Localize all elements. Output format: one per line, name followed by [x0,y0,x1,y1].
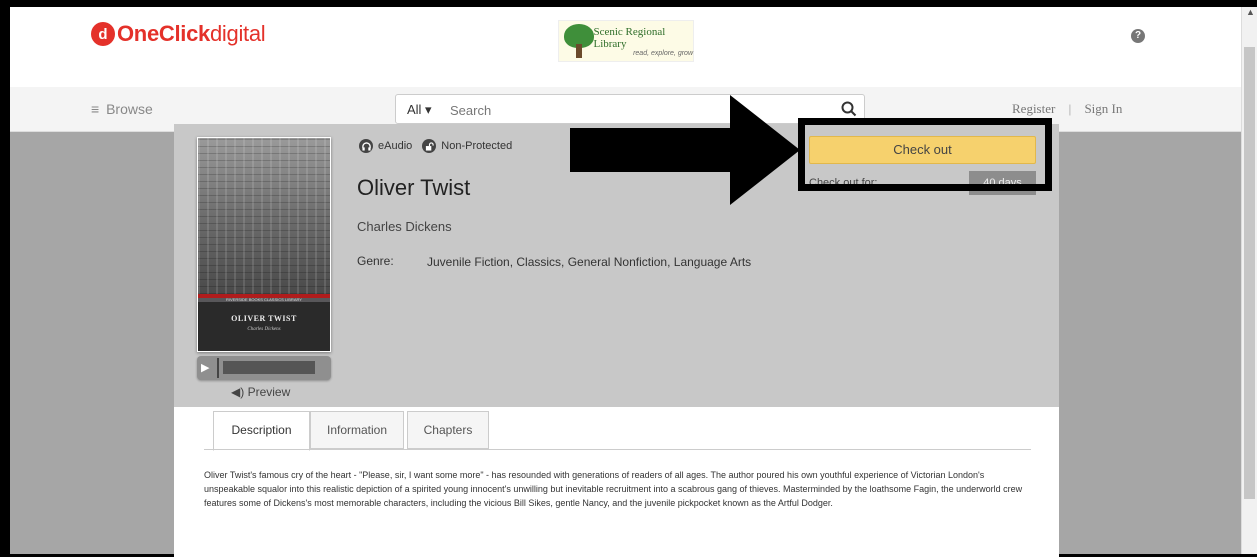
tab-description[interactable]: Description [213,411,310,451]
brand-name: OneClickdigital [117,21,266,46]
tree-icon [562,22,594,60]
headphones-icon [359,139,373,153]
checkout-period-label: Check out for: [809,177,878,189]
browse-menu[interactable]: ≡ Browse [91,101,153,117]
account-links: Register | Sign In [1012,101,1122,117]
check-out-button[interactable]: Check out [809,136,1036,164]
library-name: Scenic Regional Library [593,25,666,50]
checkout-period-dropdown[interactable]: 40 days [969,171,1036,195]
annotation-arrow-icon [570,95,800,205]
separator: | [1068,101,1072,116]
genre-label: Genre: [357,254,394,268]
oneclickdigital-logo[interactable]: d OneClickdigital [91,21,266,47]
audio-preview-player: ▶ [197,356,331,380]
help-icon[interactable]: ? [1131,29,1145,43]
library-tagline: read, explore, grow [633,49,693,57]
search-scope-dropdown[interactable]: All ▾ [407,102,432,118]
progress-bar[interactable] [223,361,315,374]
preview-link[interactable]: ◀) Preview [231,385,290,399]
scroll-thumb[interactable] [1244,47,1255,499]
hamburger-icon: ≡ [91,101,100,117]
unlock-icon [422,139,437,153]
vertical-scrollbar[interactable]: ▲ [1241,7,1257,554]
browse-label: Browse [106,101,153,117]
book-cover[interactable]: RIVERSIDE BOOKS CLASSICS LIBRARY OLIVER … [197,137,331,352]
format-info: eAudio Non-Protected [359,139,512,153]
play-icon[interactable]: ▶ [201,361,209,374]
book-title: Oliver Twist [357,175,471,200]
description-text: Oliver Twist's famous cry of the heart -… [204,470,1023,508]
protection-label: Non-Protected [441,140,513,152]
tab-chapters[interactable]: Chapters [407,411,489,449]
library-logo[interactable]: Scenic Regional Library read, explore, g… [558,20,694,62]
book-author[interactable]: Charles Dickens [357,219,452,234]
tab-information[interactable]: Information [310,411,404,449]
brand-logo-icon: d [91,22,115,46]
genre-value[interactable]: Juvenile Fiction, Classics, General Nonf… [427,254,762,270]
sign-in-link[interactable]: Sign In [1084,101,1122,116]
speaker-icon: ◀) [231,385,245,399]
cover-illustration [198,138,330,294]
format-label: eAudio [378,140,413,152]
cover-author: Charles Dickens [247,327,281,332]
header: d OneClickdigital Scenic Regional Librar… [10,7,1241,88]
preview-label: Preview [247,385,291,399]
cover-title: OLIVER TWIST [231,314,297,323]
search-icon[interactable] [840,100,858,118]
register-link[interactable]: Register [1012,101,1055,116]
scroll-up-icon[interactable]: ▲ [1246,7,1255,17]
